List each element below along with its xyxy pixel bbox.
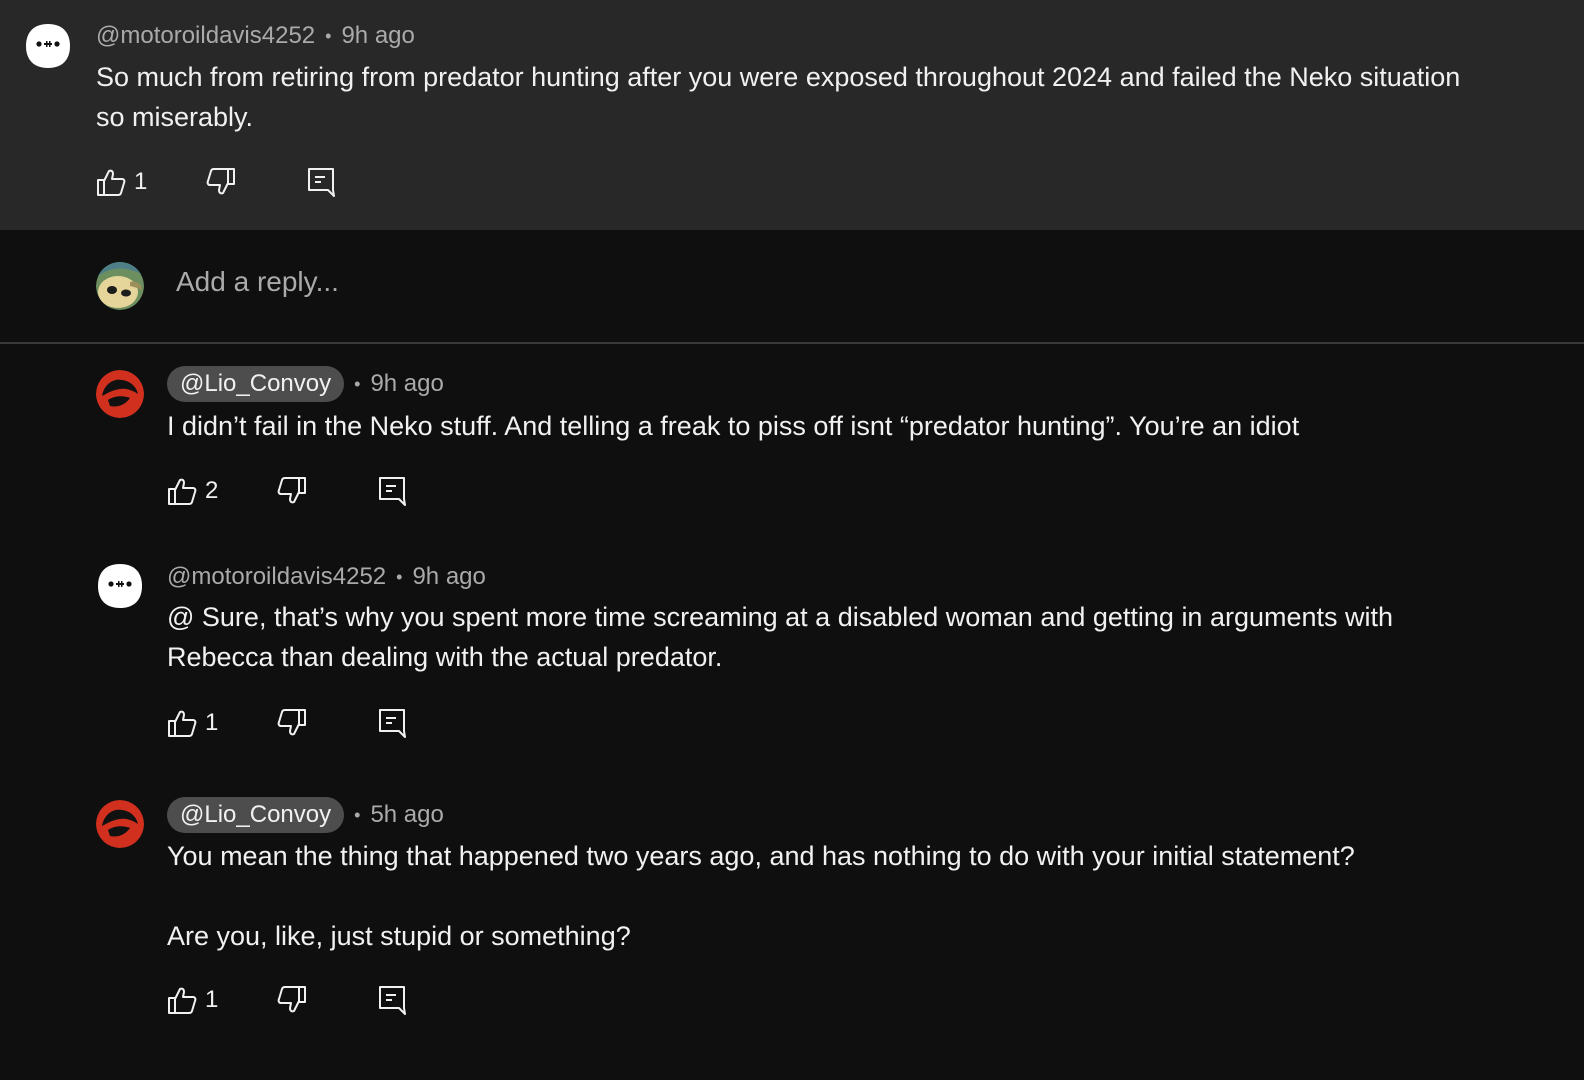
comment-text-line: @ Sure, that’s why you spent more time s… — [167, 602, 1394, 632]
separator-dot: • — [354, 373, 361, 394]
comment-actions: 1 — [167, 703, 407, 743]
thumbs-down-icon[interactable] — [277, 985, 307, 1015]
user-avatar — [96, 262, 144, 310]
reply-comment-icon[interactable] — [377, 984, 407, 1016]
reply-comment-icon[interactable] — [377, 475, 407, 507]
like-button[interactable]: 2 — [167, 476, 277, 506]
reply-comment-icon[interactable] — [377, 707, 407, 739]
reply-composer — [0, 230, 1584, 344]
like-count: 1 — [205, 986, 219, 1013]
comment-actions: 1 — [167, 980, 407, 1020]
parent-comment: @motoroildavis4252 • 9h ago So much from… — [0, 0, 1584, 230]
reply-button[interactable] — [306, 166, 336, 198]
creator-handle-badge[interactable]: @Lio_Convoy — [167, 797, 345, 833]
comment-meta: @Lio_Convoy • 5h ago — [167, 797, 444, 833]
comment-time[interactable]: 5h ago — [370, 801, 443, 829]
comment-time[interactable]: 9h ago — [412, 563, 485, 591]
thumbs-up-icon[interactable] — [167, 985, 197, 1015]
comment-actions: 1 — [96, 162, 336, 202]
like-count: 2 — [205, 477, 219, 504]
thumbs-down-icon[interactable] — [277, 708, 307, 738]
comment-text-line: Rebecca than dealing with the actual pre… — [167, 642, 723, 672]
reply-comment-icon[interactable] — [306, 166, 336, 198]
separator-dot: • — [354, 804, 361, 825]
comment-text: You mean the thing that happened two yea… — [167, 836, 1567, 956]
comment-actions: 2 — [167, 471, 407, 511]
separator-dot: • — [325, 25, 332, 46]
comment-time[interactable]: 9h ago — [341, 22, 414, 50]
comment-meta: @Lio_Convoy • 9h ago — [167, 366, 444, 402]
separator-dot: • — [396, 566, 403, 587]
blob-face-avatar[interactable] — [24, 22, 72, 70]
thumbs-up-icon[interactable] — [96, 167, 126, 197]
reply-input[interactable] — [176, 266, 1476, 298]
like-button[interactable]: 1 — [167, 985, 277, 1015]
creator-handle-badge[interactable]: @Lio_Convoy — [167, 366, 345, 402]
comment-text-line: So much from retiring from predator hunt… — [96, 62, 1461, 92]
comment-author[interactable]: @motoroildavis4252 — [167, 563, 386, 591]
comment-meta: @motoroildavis4252 • 9h ago — [167, 563, 486, 591]
comment-meta: @motoroildavis4252 • 9h ago — [96, 22, 415, 50]
comment-text-line: I didn’t fail in the Neko stuff. And tel… — [167, 411, 1300, 441]
thundercats-logo-avatar[interactable] — [96, 370, 144, 418]
reply-button[interactable] — [377, 707, 407, 739]
dislike-button[interactable] — [277, 985, 377, 1015]
thumbs-up-icon[interactable] — [167, 708, 197, 738]
comment-text: I didn’t fail in the Neko stuff. And tel… — [167, 406, 1567, 446]
thundercats-logo-avatar[interactable] — [96, 800, 144, 848]
comment-text-line: Are you, like, just stupid or something? — [167, 921, 631, 951]
thumbs-down-icon[interactable] — [277, 476, 307, 506]
comment-text-line: You mean the thing that happened two yea… — [167, 841, 1355, 871]
comments-thread: @motoroildavis4252 • 9h ago So much from… — [0, 0, 1584, 1080]
comment-time[interactable]: 9h ago — [370, 370, 443, 398]
comment-text-line: so miserably. — [96, 102, 254, 132]
dislike-button[interactable] — [277, 708, 377, 738]
comment-author[interactable]: @motoroildavis4252 — [96, 22, 315, 50]
comment-text: So much from retiring from predator hunt… — [96, 57, 1576, 137]
comment-text: @ Sure, that’s why you spent more time s… — [167, 597, 1567, 677]
like-count: 1 — [205, 709, 219, 736]
like-button[interactable]: 1 — [167, 708, 277, 738]
thumbs-up-icon[interactable] — [167, 476, 197, 506]
reply-button[interactable] — [377, 475, 407, 507]
like-count: 1 — [134, 168, 148, 195]
dislike-button[interactable] — [277, 476, 377, 506]
blob-face-avatar[interactable] — [96, 562, 144, 610]
like-button[interactable]: 1 — [96, 167, 206, 197]
thumbs-down-icon[interactable] — [206, 167, 236, 197]
reply-button[interactable] — [377, 984, 407, 1016]
dislike-button[interactable] — [206, 167, 306, 197]
